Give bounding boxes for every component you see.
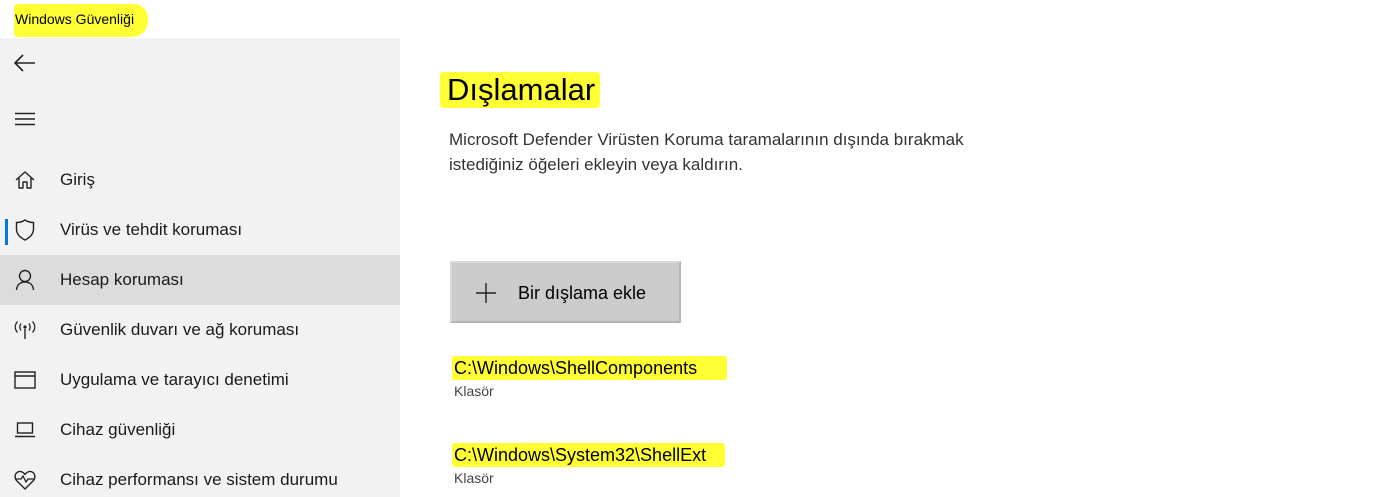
person-icon (13, 268, 37, 292)
sidebar-item-label: Cihaz performansı ve sistem durumu (60, 470, 338, 489)
add-exclusion-button[interactable]: Bir dışlama ekle (450, 261, 681, 323)
add-exclusion-label: Bir dışlama ekle (518, 283, 647, 303)
home-icon (13, 168, 37, 192)
sidebar-item-label: Hesap koruması (60, 270, 184, 289)
laptop-icon (13, 418, 37, 442)
sidebar-item-label: Virüs ve tehdit koruması (60, 220, 243, 239)
active-indicator (5, 219, 8, 245)
sidebar-item-label: Güvenlik duvarı ve ağ koruması (60, 320, 300, 339)
sidebar-item-virus-protection[interactable]: Virüs ve tehdit koruması (0, 205, 400, 255)
sidebar-item-app-browser-control[interactable]: Uygulama ve tarayıcı denetimi (0, 355, 400, 405)
heart-pulse-icon (13, 468, 37, 492)
sidebar-item-device-security[interactable]: Cihaz güvenliği (0, 405, 400, 455)
exclusion-type: Klasör (454, 383, 494, 399)
sidebar-item-home[interactable]: Giriş (0, 155, 400, 205)
exclusion-path: C:\Windows\ShellComponents (454, 358, 698, 378)
shield-icon (13, 218, 37, 242)
main-content: Dışlamalar Microsoft Defender Virüsten K… (400, 38, 1382, 497)
description-line: Microsoft Defender Virüsten Koruma taram… (449, 130, 964, 149)
browser-window-icon (13, 368, 37, 392)
title-bar: Windows Güvenliği (0, 0, 1382, 38)
sidebar-item-label: Cihaz güvenliği (60, 420, 176, 439)
exclusion-item[interactable]: C:\Windows\System32\ShellExt Klasör (450, 443, 850, 493)
page-title: Dışlamalar (447, 72, 596, 107)
app-title: Windows Güvenliği (15, 11, 135, 27)
exclusion-path: C:\Windows\System32\ShellExt (454, 445, 707, 465)
back-button[interactable] (8, 46, 42, 80)
sidebar-item-account-protection[interactable]: Hesap koruması (0, 255, 400, 305)
sidebar-item-firewall[interactable]: Güvenlik duvarı ve ağ koruması (0, 305, 400, 355)
exclusion-type: Klasör (454, 470, 494, 486)
plus-icon (476, 283, 496, 303)
description-line: istediğiniz öğeleri ekleyin veya kaldırı… (449, 155, 743, 174)
hamburger-menu-icon (15, 112, 35, 126)
page-description: Microsoft Defender Virüsten Koruma taram… (449, 127, 1069, 177)
sidebar-item-label: Giriş (60, 170, 95, 189)
exclusion-item[interactable]: C:\Windows\ShellComponents Klasör (450, 356, 850, 406)
menu-button[interactable] (8, 102, 42, 136)
antenna-icon (13, 318, 37, 342)
sidebar-item-label: Uygulama ve tarayıcı denetimi (60, 370, 289, 389)
sidebar-item-device-performance[interactable]: Cihaz performansı ve sistem durumu (0, 455, 400, 497)
back-arrow-icon (14, 54, 35, 72)
sidebar: Giriş Virüs ve tehdit koruması Hesap kor… (0, 38, 400, 497)
